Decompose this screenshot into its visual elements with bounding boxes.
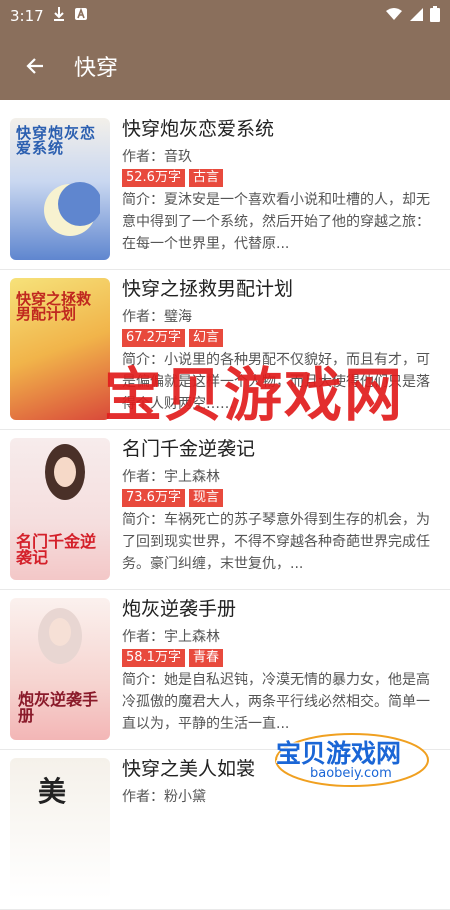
book-item[interactable]: 名门千金逆袭记 名门千金逆袭记 作者：宇上森林 73.6万字 现言 简介：车祸死… (0, 430, 450, 590)
cover-text: 快穿之拯救男配计划 (16, 290, 92, 323)
book-author: 作者：粉小黛 (122, 789, 206, 805)
cover-text: 美 (38, 775, 67, 808)
book-cover: 炮灰逆袭手册 (10, 598, 110, 740)
book-item[interactable]: 快穿之拯救男配计划 快穿之拯救男配计划 作者：璧海 67.2万字 幻言 简介：小… (0, 270, 450, 430)
book-title: 炮灰逆袭手册 (122, 598, 237, 620)
cover-text: 炮灰逆袭手册 (18, 690, 99, 725)
genre-badge: 青春 (188, 649, 223, 667)
book-cover: 快穿之拯救男配计划 (10, 278, 110, 420)
genre-badge: 现言 (188, 489, 223, 507)
book-item[interactable]: 炮灰逆袭手册 炮灰逆袭手册 作者：宇上森林 58.1万字 青春 简介：她是自私迟… (0, 590, 450, 750)
cover-text: 名门千金逆袭记 (16, 532, 97, 567)
book-author: 作者：宇上森林 (122, 629, 220, 645)
battery-icon (430, 6, 440, 26)
book-title: 快穿炮灰恋爱系统 (122, 118, 275, 140)
book-title: 快穿之拯救男配计划 (122, 278, 294, 300)
word-count-badge: 58.1万字 (122, 649, 185, 667)
cover-text: 快穿炮灰恋爱系统 (16, 124, 97, 157)
word-count-badge: 67.2万字 (122, 329, 185, 347)
book-intro: 简介：车祸死亡的苏子琴意外得到生存的机会，为了回到现实世界，不得不穿越各种奇葩世… (122, 512, 430, 572)
book-cover: 快穿炮灰恋爱系统 (10, 118, 110, 260)
book-author: 作者：音玖 (122, 149, 192, 165)
cellular-signal-icon (409, 7, 424, 26)
book-item[interactable]: 快穿炮灰恋爱系统 快穿炮灰恋爱系统 作者：音玖 52.6万字 古言 简介：夏沐安… (0, 110, 450, 270)
back-arrow-icon (26, 58, 43, 74)
book-title: 快穿之美人如裳 (122, 758, 256, 780)
book-cover: 名门千金逆袭记 (10, 438, 110, 580)
status-time: 3:17 (10, 7, 44, 25)
book-intro: 简介：她是自私迟钝，冷漠无情的暴力女，他是高冷孤傲的魔君大人，两条平行线必然相交… (122, 672, 430, 732)
genre-badge: 古言 (188, 169, 223, 187)
book-intro: 简介：小说里的各种男配不仅貌好，而且有才，可是偏偏就是这样一个人物，而且大使得他… (122, 352, 430, 412)
word-count-badge: 52.6万字 (122, 169, 185, 187)
download-icon (52, 6, 66, 26)
book-intro: 简介：夏沐安是一个喜欢看小说和吐槽的人，却无意中得到了一个系统，然后开始了他的穿… (122, 192, 430, 252)
book-cover: 美 (10, 758, 110, 900)
wifi-icon (385, 7, 403, 25)
book-author: 作者：宇上森林 (122, 469, 220, 485)
app-notification-icon (74, 7, 88, 25)
page-title: 快穿 (74, 56, 119, 81)
back-button[interactable] (20, 51, 50, 81)
status-bar: 3:17 (0, 0, 450, 32)
book-list: 快穿炮灰恋爱系统 快穿炮灰恋爱系统 作者：音玖 52.6万字 古言 简介：夏沐安… (0, 100, 450, 910)
book-title: 名门千金逆袭记 (122, 438, 256, 460)
genre-badge: 幻言 (188, 329, 223, 347)
book-author: 作者：璧海 (122, 309, 192, 325)
app-bar: 快穿 (0, 32, 450, 100)
word-count-badge: 73.6万字 (122, 489, 185, 507)
book-item[interactable]: 美 快穿之美人如裳 作者：粉小黛 (0, 750, 450, 910)
